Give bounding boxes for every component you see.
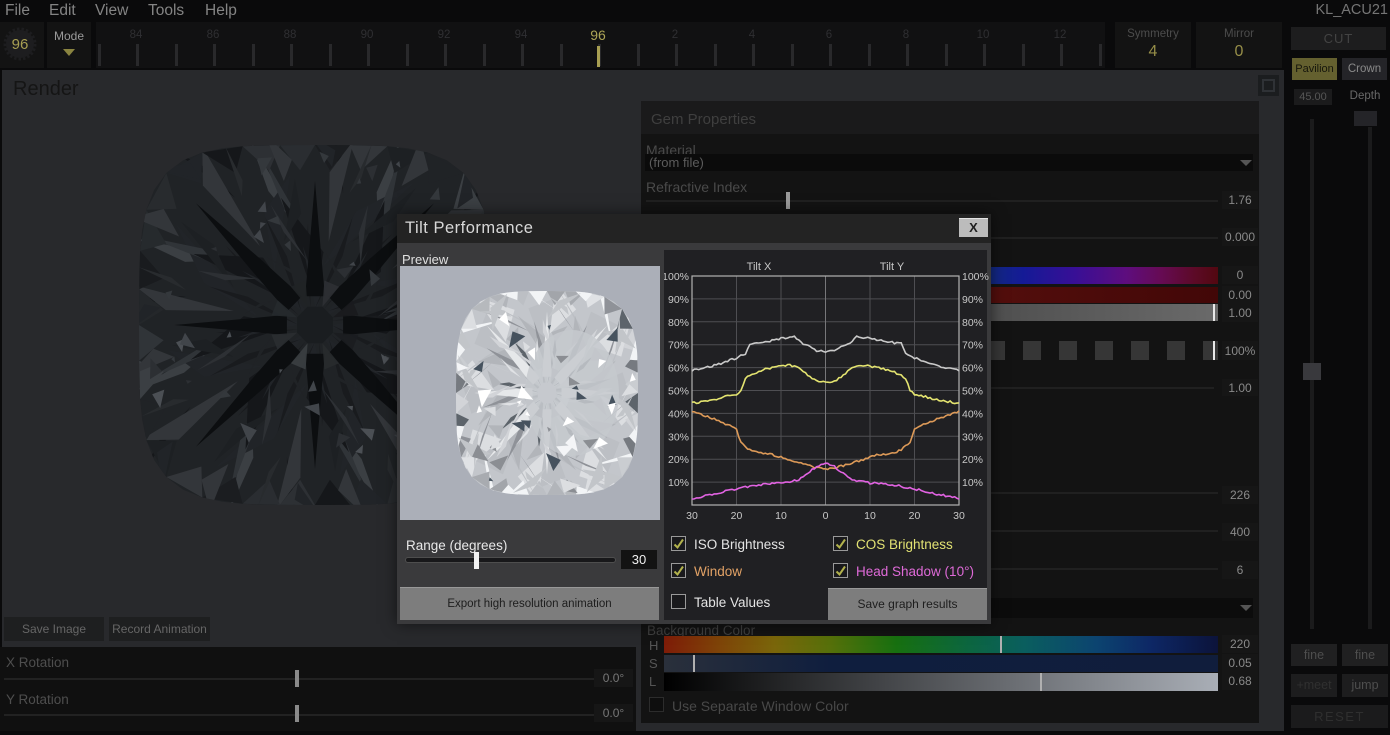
- svg-text:Tilt Y: Tilt Y: [880, 261, 905, 273]
- svg-text:50%: 50%: [668, 386, 689, 398]
- svg-text:70%: 70%: [962, 340, 983, 352]
- svg-text:40%: 40%: [668, 408, 689, 420]
- svg-text:10: 10: [775, 510, 787, 522]
- svg-text:30%: 30%: [668, 431, 689, 443]
- svg-text:40%: 40%: [962, 408, 983, 420]
- svg-text:80%: 80%: [668, 317, 689, 329]
- svg-text:10%: 10%: [962, 477, 983, 489]
- svg-text:100%: 100%: [664, 271, 689, 283]
- svg-text:20: 20: [731, 510, 743, 522]
- svg-text:20%: 20%: [668, 454, 689, 466]
- svg-text:60%: 60%: [962, 363, 983, 375]
- svg-text:0: 0: [823, 510, 829, 522]
- svg-text:50%: 50%: [962, 386, 983, 398]
- svg-text:70%: 70%: [668, 340, 689, 352]
- svg-text:30%: 30%: [962, 431, 983, 443]
- svg-text:20: 20: [909, 510, 921, 522]
- svg-text:90%: 90%: [668, 294, 689, 306]
- svg-text:90%: 90%: [962, 294, 983, 306]
- svg-text:20%: 20%: [962, 454, 983, 466]
- svg-text:10: 10: [864, 510, 876, 522]
- svg-text:30: 30: [686, 510, 698, 522]
- svg-text:10%: 10%: [668, 477, 689, 489]
- svg-text:30: 30: [953, 510, 965, 522]
- svg-text:96: 96: [12, 36, 29, 53]
- svg-text:100%: 100%: [962, 271, 989, 283]
- svg-text:80%: 80%: [962, 317, 983, 329]
- svg-text:Tilt X: Tilt X: [747, 261, 772, 273]
- svg-text:60%: 60%: [668, 363, 689, 375]
